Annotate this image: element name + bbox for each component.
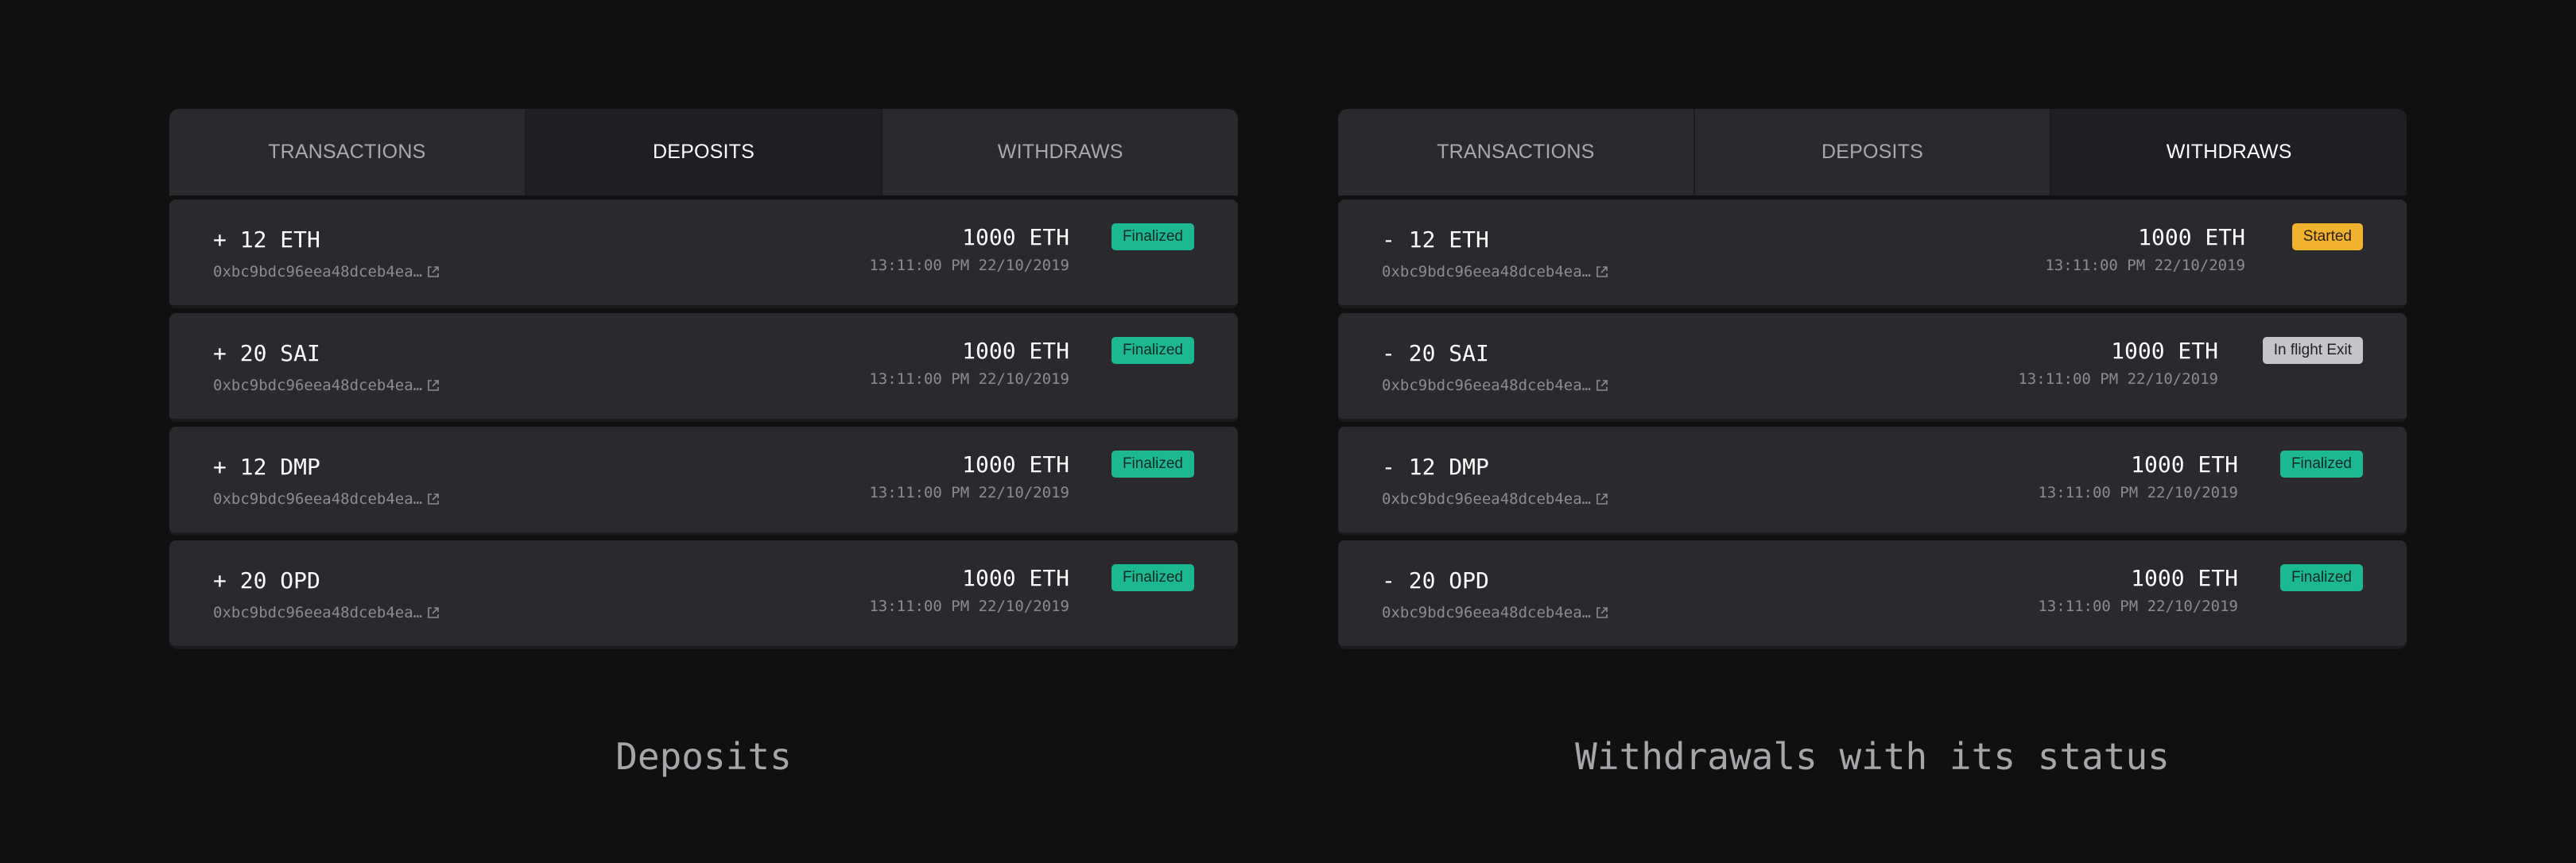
tx-hash: 0xbc9bdc96eea48dceb4ea…: [1382, 377, 1608, 394]
external-link-icon[interactable]: [427, 379, 440, 392]
withdrawals-panel: TRANSACTIONS DEPOSITS WITHDRAWS - 12 ETH…: [1338, 109, 2407, 654]
list-item[interactable]: + 12 DMP 0xbc9bdc96eea48dceb4ea… 1000 ET…: [169, 427, 1238, 536]
value: 1000 ETH: [2138, 224, 2245, 250]
external-link-icon[interactable]: [427, 265, 440, 278]
value-block: 1000 ETH 13:11:00 PM 22/10/2019: [869, 451, 1069, 501]
external-link-icon[interactable]: [1596, 493, 1608, 505]
tab-transactions[interactable]: TRANSACTIONS: [1338, 109, 1695, 195]
tab-bar: TRANSACTIONS DEPOSITS WITHDRAWS: [1338, 109, 2407, 195]
external-link-icon[interactable]: [1596, 379, 1608, 392]
tx-hash: 0xbc9bdc96eea48dceb4ea…: [1382, 490, 1608, 508]
amount: + 20 OPD: [213, 567, 320, 594]
tab-deposits[interactable]: DEPOSITS: [1695, 109, 2052, 195]
amount: - 12 DMP: [1382, 454, 1489, 480]
external-link-icon[interactable]: [427, 606, 440, 619]
tab-bar: TRANSACTIONS DEPOSITS WITHDRAWS: [169, 109, 1238, 195]
list-item[interactable]: - 12 ETH 0xbc9bdc96eea48dceb4ea… 1000 ET…: [1338, 199, 2407, 308]
tx-hash: 0xbc9bdc96eea48dceb4ea…: [213, 490, 440, 508]
status-badge: Finalized: [1111, 451, 1194, 478]
timestamp: 13:11:00 PM 22/10/2019: [869, 484, 1069, 501]
value-block: 1000 ETH 13:11:00 PM 22/10/2019: [2038, 451, 2238, 501]
timestamp: 13:11:00 PM 22/10/2019: [2038, 484, 2238, 501]
deposits-panel: TRANSACTIONS DEPOSITS WITHDRAWS + 12 ETH…: [169, 109, 1238, 654]
tx-hash: 0xbc9bdc96eea48dceb4ea…: [213, 377, 440, 394]
transaction-list: + 12 ETH 0xbc9bdc96eea48dceb4ea… 1000 ET…: [169, 199, 1238, 649]
value-block: 1000 ETH 13:11:00 PM 22/10/2019: [2045, 223, 2245, 274]
tx-hash: 0xbc9bdc96eea48dceb4ea…: [1382, 263, 1608, 281]
value: 1000 ETH: [962, 451, 1069, 478]
tx-hash-text: 0xbc9bdc96eea48dceb4ea…: [213, 377, 423, 394]
list-item[interactable]: + 20 SAI 0xbc9bdc96eea48dceb4ea… 1000 ET…: [169, 313, 1238, 422]
timestamp: 13:11:00 PM 22/10/2019: [2045, 257, 2245, 274]
status-badge: In flight Exit: [2262, 337, 2363, 364]
status-badge: Finalized: [2279, 451, 2363, 478]
transaction-list: - 12 ETH 0xbc9bdc96eea48dceb4ea… 1000 ET…: [1338, 199, 2407, 649]
list-item[interactable]: + 20 OPD 0xbc9bdc96eea48dceb4ea… 1000 ET…: [169, 540, 1238, 649]
tx-hash: 0xbc9bdc96eea48dceb4ea…: [1382, 604, 1608, 621]
value-block: 1000 ETH 13:11:00 PM 22/10/2019: [2038, 564, 2238, 615]
amount: - 20 SAI: [1382, 340, 1489, 366]
withdrawals-caption: Withdrawals with its status: [1575, 735, 2170, 778]
tx-hash-text: 0xbc9bdc96eea48dceb4ea…: [1382, 490, 1592, 508]
tx-hash-text: 0xbc9bdc96eea48dceb4ea…: [1382, 604, 1592, 621]
tx-hash-text: 0xbc9bdc96eea48dceb4ea…: [1382, 263, 1592, 281]
timestamp: 13:11:00 PM 22/10/2019: [2038, 598, 2238, 615]
value-block: 1000 ETH 13:11:00 PM 22/10/2019: [869, 337, 1069, 388]
value: 1000 ETH: [2131, 451, 2238, 478]
tx-hash-text: 0xbc9bdc96eea48dceb4ea…: [213, 490, 423, 508]
value-block: 1000 ETH 13:11:00 PM 22/10/2019: [869, 223, 1069, 274]
value-block: 1000 ETH 13:11:00 PM 22/10/2019: [869, 564, 1069, 615]
status-badge: Finalized: [2279, 564, 2363, 591]
timestamp: 13:11:00 PM 22/10/2019: [869, 370, 1069, 388]
tx-hash-text: 0xbc9bdc96eea48dceb4ea…: [213, 604, 423, 621]
list-item[interactable]: - 20 SAI 0xbc9bdc96eea48dceb4ea… 1000 ET…: [1338, 313, 2407, 422]
status-badge: Started: [2291, 223, 2363, 250]
amount: - 20 OPD: [1382, 567, 1489, 594]
tab-transactions[interactable]: TRANSACTIONS: [169, 109, 526, 195]
tx-hash-text: 0xbc9bdc96eea48dceb4ea…: [213, 263, 423, 281]
deposits-caption: Deposits: [615, 735, 792, 778]
external-link-icon[interactable]: [1596, 606, 1608, 619]
list-item[interactable]: - 12 DMP 0xbc9bdc96eea48dceb4ea… 1000 ET…: [1338, 427, 2407, 536]
amount: - 12 ETH: [1382, 226, 1489, 253]
status-badge: Finalized: [1111, 223, 1194, 250]
value-block: 1000 ETH 13:11:00 PM 22/10/2019: [2018, 337, 2218, 388]
value: 1000 ETH: [2131, 565, 2238, 591]
value: 1000 ETH: [962, 224, 1069, 250]
value: 1000 ETH: [962, 565, 1069, 591]
amount: + 12 DMP: [213, 454, 320, 480]
value: 1000 ETH: [2111, 338, 2218, 364]
status-badge: Finalized: [1111, 337, 1194, 364]
timestamp: 13:11:00 PM 22/10/2019: [2018, 370, 2218, 388]
tx-hash-text: 0xbc9bdc96eea48dceb4ea…: [1382, 377, 1592, 394]
amount: + 12 ETH: [213, 226, 320, 253]
status-badge: Finalized: [1111, 564, 1194, 591]
timestamp: 13:11:00 PM 22/10/2019: [869, 598, 1069, 615]
tab-withdraws[interactable]: WITHDRAWS: [883, 109, 1238, 195]
value: 1000 ETH: [962, 338, 1069, 364]
amount: + 20 SAI: [213, 340, 320, 366]
tab-deposits[interactable]: DEPOSITS: [526, 109, 883, 195]
external-link-icon[interactable]: [427, 493, 440, 505]
list-item[interactable]: - 20 OPD 0xbc9bdc96eea48dceb4ea… 1000 ET…: [1338, 540, 2407, 649]
external-link-icon[interactable]: [1596, 265, 1608, 278]
list-item[interactable]: + 12 ETH 0xbc9bdc96eea48dceb4ea… 1000 ET…: [169, 199, 1238, 308]
tx-hash: 0xbc9bdc96eea48dceb4ea…: [213, 604, 440, 621]
tab-withdraws[interactable]: WITHDRAWS: [2051, 109, 2407, 195]
tx-hash: 0xbc9bdc96eea48dceb4ea…: [213, 263, 440, 281]
timestamp: 13:11:00 PM 22/10/2019: [869, 257, 1069, 274]
